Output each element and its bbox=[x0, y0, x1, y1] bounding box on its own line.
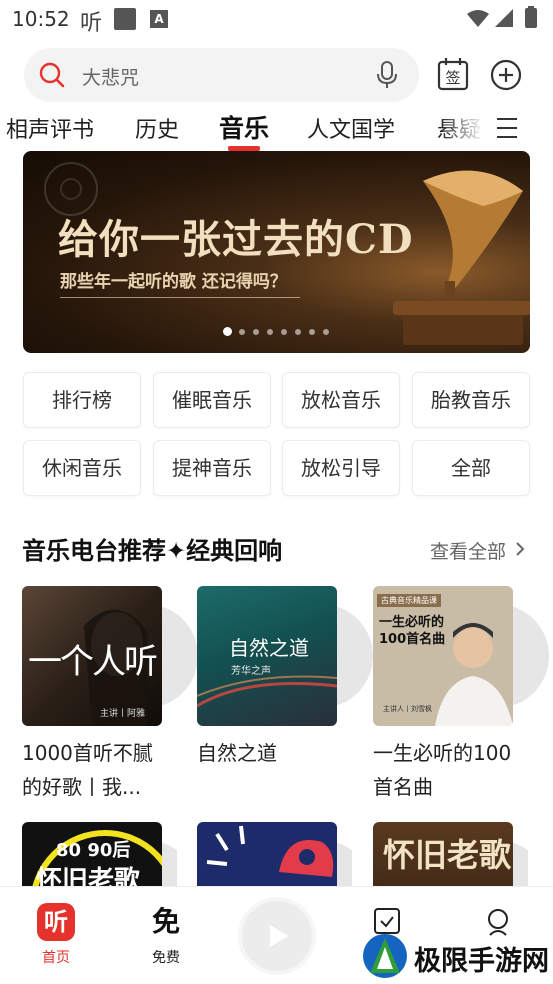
view-all-link[interactable]: 查看全部 bbox=[430, 537, 506, 564]
sign-in-calendar-icon[interactable]: 签 bbox=[437, 57, 469, 91]
album-cover: 自然之道 芳华之声 bbox=[197, 586, 337, 726]
album-card[interactable]: 80 90后 怀旧老歌 bbox=[22, 822, 177, 886]
notification-square-icon bbox=[114, 8, 136, 30]
album-title: 自然之道 bbox=[197, 741, 277, 765]
play-icon bbox=[270, 925, 288, 947]
play-button[interactable] bbox=[238, 897, 316, 975]
tab-humanities[interactable]: 人文国学 bbox=[307, 112, 395, 144]
promo-banner[interactable]: 给你一张过去的CD 那些年一起听的歌 还记得吗？ bbox=[23, 151, 530, 353]
chip-all[interactable]: 全部 bbox=[412, 440, 530, 496]
watermark: 极限手游网 bbox=[362, 931, 552, 981]
category-tabs: 相声评书 历史 音乐 人文国学 悬疑 bbox=[0, 106, 553, 151]
pagination-dot bbox=[267, 329, 273, 335]
album-title: 1000首听不腻的好歌丨我... bbox=[22, 741, 153, 799]
pagination-dot bbox=[281, 329, 287, 335]
chip-relax-music[interactable]: 放松音乐 bbox=[282, 372, 400, 428]
chip-ranking[interactable]: 排行榜 bbox=[23, 372, 141, 428]
pagination-dot bbox=[239, 329, 245, 335]
tab-music[interactable]: 音乐 bbox=[219, 109, 269, 145]
status-bar: 10:52 听 A bbox=[0, 0, 553, 38]
menu-icon[interactable] bbox=[494, 116, 520, 140]
cover-text: 80 90后 bbox=[56, 840, 131, 861]
watermark-text: 极限手游网 bbox=[414, 946, 549, 977]
search-placeholder: 大悲咒 bbox=[82, 67, 140, 89]
sign-label: 签 bbox=[445, 69, 460, 87]
tab-history[interactable]: 历史 bbox=[135, 112, 179, 144]
album-cover: 怀旧老歌 bbox=[373, 822, 513, 886]
notification-a-icon: A bbox=[150, 10, 168, 28]
album-card[interactable]: 怀旧老歌 bbox=[373, 822, 528, 886]
album-cover: 一个人听 主讲丨阿雅 bbox=[22, 586, 162, 726]
chevron-right-icon bbox=[516, 542, 525, 556]
search-icon bbox=[39, 62, 65, 88]
add-icon[interactable] bbox=[490, 59, 522, 91]
pagination-dot bbox=[309, 329, 315, 335]
pagination-dot bbox=[323, 329, 329, 335]
album-title: 一生必听的100首名曲 bbox=[373, 741, 512, 799]
chip-energize-music[interactable]: 提神音乐 bbox=[153, 440, 271, 496]
nav-free-label: 免费 bbox=[152, 950, 180, 966]
cover-host: 主讲人丨刘雪枫 bbox=[383, 705, 432, 713]
album-cover: 古典音乐精品课 一生必听的100首名曲 主讲人丨刘雪枫 bbox=[373, 586, 513, 726]
banner-title: 给你一张过去的CD bbox=[58, 216, 414, 263]
pagination-dot bbox=[295, 329, 301, 335]
watermark-logo-icon bbox=[363, 934, 407, 978]
chip-sleep-music[interactable]: 催眠音乐 bbox=[153, 372, 271, 428]
app-notification-icon: 听 bbox=[80, 11, 103, 36]
tab-crosstalk[interactable]: 相声评书 bbox=[6, 112, 94, 144]
chip-leisure-music[interactable]: 休闲音乐 bbox=[23, 440, 141, 496]
section-title: 音乐电台推荐✦经典回响 bbox=[22, 537, 283, 565]
pagination-dot bbox=[223, 327, 232, 336]
nav-home-label: 首页 bbox=[42, 950, 70, 966]
cover-subtext: 芳华之声 bbox=[231, 666, 271, 677]
microphone-icon[interactable] bbox=[375, 60, 399, 90]
album-card[interactable] bbox=[197, 822, 352, 886]
search-bar[interactable]: 大悲咒 bbox=[24, 48, 419, 102]
chip-relax-guide[interactable]: 放松引导 bbox=[282, 440, 400, 496]
banner-subtitle: 那些年一起听的歌 还记得吗？ bbox=[60, 272, 287, 292]
cover-text: 怀旧老歌 bbox=[383, 836, 512, 874]
banner-divider bbox=[60, 297, 300, 298]
status-time: 10:52 bbox=[12, 7, 70, 31]
free-icon: 免 bbox=[151, 905, 180, 938]
cover-cap-illustration bbox=[206, 825, 334, 877]
album-cover: 80 90后 怀旧老歌 bbox=[22, 822, 162, 886]
banner-pagination bbox=[223, 327, 333, 337]
cover-text-secondary: 怀旧老歌 bbox=[36, 866, 141, 886]
cover-subtext: 主讲丨阿雅 bbox=[100, 709, 146, 719]
album-cover bbox=[197, 822, 337, 886]
signal-battery-icons bbox=[467, 6, 537, 28]
tabs-fade bbox=[440, 106, 492, 150]
cover-text: 一个人听 bbox=[28, 642, 158, 682]
pagination-dot bbox=[253, 329, 259, 335]
chip-prenatal-music[interactable]: 胎教音乐 bbox=[412, 372, 530, 428]
gramophone-icon bbox=[393, 170, 530, 345]
home-icon: 听 bbox=[37, 903, 75, 941]
bottom-navigation: 听 首页 免 免费 极限手游网 bbox=[0, 886, 553, 984]
cover-text: 自然之道 bbox=[229, 636, 309, 660]
